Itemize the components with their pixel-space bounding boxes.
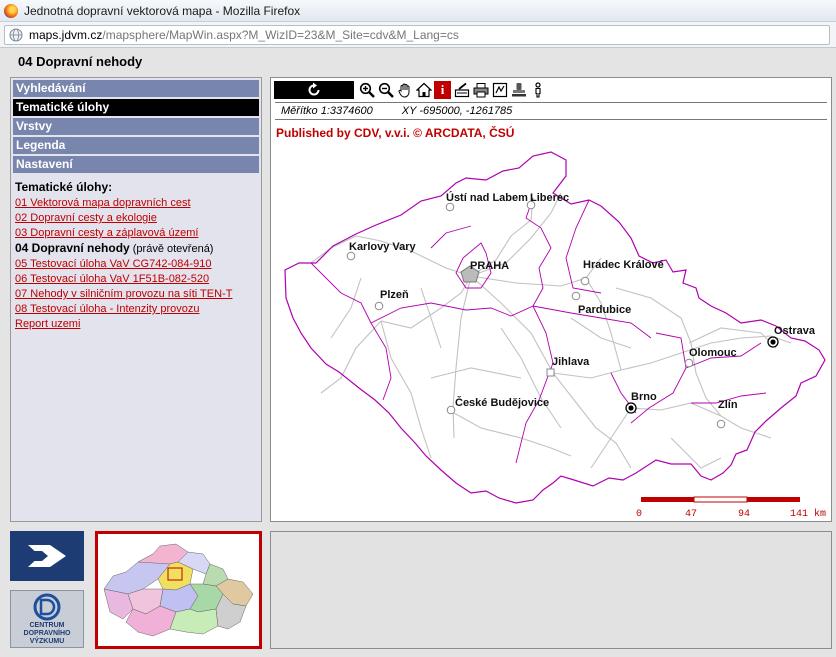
task-link-03[interactable]: 03 Dopravní cesty a záplavová území bbox=[15, 226, 257, 241]
menu-layers[interactable]: Vrstvy bbox=[13, 118, 259, 135]
left-panel: Vyhledávání Tematické úlohy Vrstvy Legen… bbox=[10, 77, 262, 522]
url-path: /mapsphere/MapWin.aspx?M_WizID=23&M_Site… bbox=[102, 27, 459, 42]
person-icon bbox=[534, 82, 541, 98]
home-button[interactable] bbox=[415, 81, 432, 99]
map-info-row: Měřítko 1:3374600 XY -695000, -1261785 bbox=[275, 102, 827, 120]
stamp-button[interactable] bbox=[510, 81, 527, 99]
firefox-icon bbox=[4, 3, 18, 18]
refresh-button[interactable] bbox=[274, 81, 354, 99]
menu-settings[interactable]: Nastavení bbox=[13, 156, 259, 173]
label-plzen: Plzeň bbox=[380, 289, 409, 301]
window-title: Jednotná dopravní vektorová mapa - Mozil… bbox=[24, 3, 301, 18]
info-icon: i bbox=[440, 82, 445, 97]
page-header: 04 Dopravní nehody bbox=[0, 49, 836, 73]
label-usti: Ústí nad Labem bbox=[446, 191, 528, 204]
zoom-out-icon bbox=[378, 82, 394, 98]
pan-hand-icon bbox=[398, 83, 409, 98]
label-pardubice: Pardubice bbox=[578, 304, 631, 316]
city-markers bbox=[346, 200, 726, 429]
scale-label-47: 47 bbox=[685, 509, 697, 520]
scale-label-0: 0 bbox=[636, 509, 642, 520]
label-liberec: Liberec bbox=[530, 192, 569, 204]
label-olomouc: Olomouc bbox=[689, 347, 737, 359]
scale-bar: 0 47 94 141 km bbox=[636, 496, 826, 520]
regional-borders bbox=[310, 197, 767, 464]
task-link-report[interactable]: Report uzemi bbox=[15, 317, 257, 332]
label-ostrava: Ostrava bbox=[774, 325, 816, 337]
info-button[interactable]: i bbox=[434, 81, 451, 99]
tasks-section: Tematické úlohy: 01 Vektorová mapa dopra… bbox=[11, 175, 261, 332]
label-ceske-budejovice: České Budějovice bbox=[455, 396, 549, 409]
map-canvas[interactable]: Ústí nad Labem Liberec Karlovy Vary PRAH… bbox=[271, 138, 831, 522]
label-jihlava: Jihlava bbox=[552, 356, 590, 368]
scale-label-94: 94 bbox=[738, 509, 750, 520]
zoom-in-button[interactable] bbox=[358, 81, 375, 99]
arrow-logo-icon bbox=[28, 545, 66, 567]
address-field[interactable]: maps.jdvm.cz/mapsphere/MapWin.aspx?M_Wiz… bbox=[4, 24, 830, 45]
refresh-icon bbox=[308, 82, 320, 96]
cdv-logo[interactable]: CENTRUM DOPRAVNÍHO VÝZKUMU bbox=[10, 590, 84, 648]
menu-search[interactable]: Vyhledávání bbox=[13, 80, 259, 97]
stamp-icon bbox=[511, 83, 526, 97]
page-title: 04 Dopravní nehody bbox=[18, 54, 143, 69]
map-scale: Měřítko 1:3374600 bbox=[281, 105, 373, 117]
cdv-text-1: CENTRUM bbox=[30, 622, 65, 629]
edit-icon bbox=[454, 82, 469, 98]
menu-legend[interactable]: Legenda bbox=[13, 137, 259, 154]
url-bar: maps.jdvm.cz/mapsphere/MapWin.aspx?M_Wiz… bbox=[0, 22, 836, 48]
task-link-01[interactable]: 01 Vektorová mapa dopravních cest bbox=[15, 196, 257, 211]
cdv-text-2: DOPRAVNÍHO bbox=[24, 628, 71, 637]
measure-button[interactable] bbox=[491, 81, 508, 99]
scale-label-141: 141 km bbox=[790, 508, 826, 520]
globe-icon bbox=[9, 28, 23, 41]
jihlava-marker bbox=[546, 368, 555, 377]
label-brno: Brno bbox=[631, 391, 657, 403]
task-link-02[interactable]: 02 Dopravní cesty a ekologie bbox=[15, 211, 257, 226]
url-domain: maps.jdvm.cz bbox=[29, 27, 103, 42]
pan-button[interactable] bbox=[396, 81, 413, 99]
overview-map-graphic bbox=[103, 543, 254, 637]
task-link-07[interactable]: 07 Nehody v silničním provozu na síti TE… bbox=[15, 287, 257, 302]
task-link-06[interactable]: 06 Testovací úloha VaV 1F51B-082-520 bbox=[15, 272, 257, 287]
label-zlin: Zlín bbox=[718, 399, 738, 411]
cdv-logo-graphic: CENTRUM DOPRAVNÍHO VÝZKUMU bbox=[24, 593, 71, 645]
task-current-note: (právě otevřená) bbox=[132, 243, 214, 255]
task-link-05[interactable]: 05 Testovací úloha VaV CG742-084-910 bbox=[15, 257, 257, 272]
person-button[interactable] bbox=[529, 81, 546, 99]
measure-icon bbox=[492, 82, 507, 98]
label-hradec: Hradec Králové bbox=[583, 259, 664, 271]
home-icon bbox=[415, 82, 432, 98]
menu-thematic-tasks[interactable]: Tematické úlohy bbox=[13, 99, 259, 116]
map-toolbar: i bbox=[274, 80, 548, 100]
label-karlovy-vary: Karlovy Vary bbox=[349, 241, 417, 253]
zoom-out-button[interactable] bbox=[377, 81, 394, 99]
city-labels: Ústí nad Labem Liberec Karlovy Vary PRAH… bbox=[349, 191, 816, 411]
task-link-08[interactable]: 08 Testovací úloha - Intenzity provozu bbox=[15, 302, 257, 317]
window-titlebar: Jednotná dopravní vektorová mapa - Mozil… bbox=[0, 0, 836, 22]
task-current: 04 Dopravní nehody (právě otevřená) bbox=[15, 241, 257, 257]
map-panel: i Měřítko 1:3374600 XY -695000, -1261785… bbox=[270, 77, 832, 522]
zoom-in-icon bbox=[359, 82, 375, 98]
print-icon bbox=[473, 83, 488, 98]
task-current-label: 04 Dopravní nehody bbox=[15, 241, 130, 255]
tasks-heading: Tematické úlohy: bbox=[15, 180, 113, 194]
cdv-text-3: VÝZKUMU bbox=[30, 636, 65, 645]
overview-map[interactable] bbox=[95, 531, 262, 649]
info-panel bbox=[270, 531, 832, 649]
jdvm-logo[interactable] bbox=[10, 531, 84, 581]
map-coordinates: XY -695000, -1261785 bbox=[401, 105, 513, 117]
edit-button[interactable] bbox=[453, 81, 470, 99]
label-praha: PRAHA bbox=[470, 260, 509, 272]
print-button[interactable] bbox=[472, 81, 489, 99]
